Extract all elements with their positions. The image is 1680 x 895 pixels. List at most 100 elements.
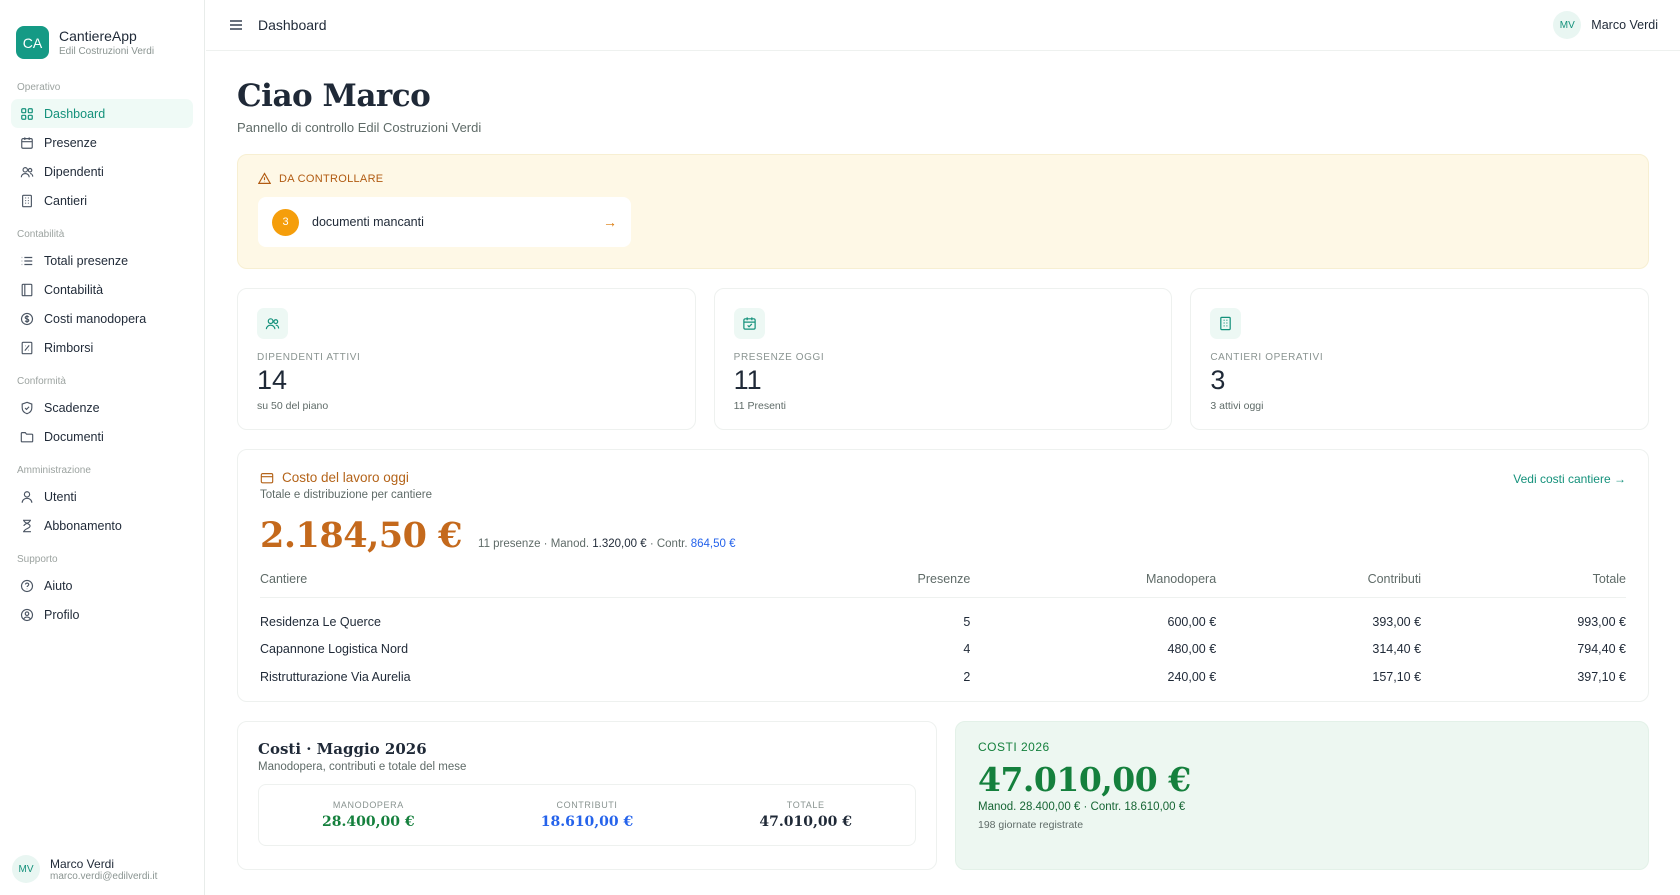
sidebar-item-label: Aiuto (44, 578, 73, 593)
sidebar-item-label: Contabilità (44, 282, 104, 297)
cell-presenze: 5 (963, 614, 971, 629)
labor-cost-title: Costo del lavoro oggi (282, 470, 409, 485)
grid-icon (21, 107, 33, 120)
sidebar-item-label: Documenti (44, 429, 104, 444)
metric-value: 28.400,00 € (322, 814, 415, 830)
book-icon (21, 283, 33, 296)
sidebar-item-dashboard[interactable]: Dashboard (11, 99, 193, 128)
topbar: Dashboard MV Marco Verdi (206, 0, 1680, 51)
metric-label: TOTALE (786, 800, 825, 810)
avatar: MV (12, 855, 40, 883)
brand-logo: CA (16, 26, 49, 59)
alert-panel: DA CONTROLLARE 3 documenti mancanti → (237, 154, 1649, 269)
sidebar-item-costi-manodopera[interactable]: Costi manodopera (11, 304, 193, 333)
yearly-costs-card: COSTI 2026 47.010,00 € Manod. 28.400,00 … (955, 721, 1649, 870)
nav-section-supporto: Supporto (17, 554, 58, 565)
sidebar-item-rimborsi[interactable]: Rimborsi (11, 333, 193, 362)
monthly-costs-title: Costi · Maggio 2026 (258, 740, 427, 758)
nav-section-operativo: Operativo (17, 82, 61, 93)
user-name: Marco Verdi (50, 856, 115, 871)
table-row[interactable]: Ristrutturazione Via Aurelia 2 240,00 € … (260, 662, 1626, 690)
sidebar-item-label: Utenti (44, 489, 77, 504)
cell-manodopera: 600,00 € (1167, 614, 1217, 629)
brand[interactable]: CA CantiereApp Edil Costruzioni Verdi (0, 0, 204, 68)
monthly-costs-subtitle: Manodopera, contributi e totale del mese (258, 761, 467, 773)
nav-section-conformita: Conformità (17, 376, 66, 387)
users-icon (257, 308, 288, 339)
sidebar-item-label: Dashboard (44, 106, 106, 121)
labor-cost-panel: Costo del lavoro oggi Totale e distribuz… (237, 449, 1649, 702)
monthly-contributi: CONTRIBUTI 18.610,00 € (478, 800, 697, 830)
sidebar-user[interactable]: MV Marco Verdi marco.verdi@edilverdi.it (12, 855, 157, 883)
calendar-icon (733, 308, 765, 339)
sidebar-item-abbonamento[interactable]: Abbonamento (11, 511, 193, 540)
brand-company: Edil Costruzioni Verdi (59, 46, 155, 57)
kpi-value: 14 (257, 365, 288, 395)
sidebar-item-label: Presenze (44, 135, 97, 150)
sidebar-item-contabilita[interactable]: Contabilità (11, 275, 193, 304)
cell-cantiere: Ristrutturazione Via Aurelia (260, 669, 411, 684)
alert-text: documenti mancanti (312, 215, 424, 229)
sidebar-item-profilo[interactable]: Profilo (11, 600, 193, 629)
kpi-card-dipendenti: DIPENDENTI ATTIVI 14 su 50 del piano (237, 288, 696, 430)
topbar-user[interactable]: MV Marco Verdi (1553, 11, 1658, 39)
monthly-manodopera: MANODOPERA 28.400,00 € (259, 800, 478, 830)
view-site-costs-link[interactable]: Vedi costi cantiere → (1513, 472, 1626, 486)
alert-header: DA CONTROLLARE (258, 172, 1628, 185)
menu-icon[interactable] (228, 17, 244, 33)
meta-contr-label: · Contr. (649, 538, 688, 550)
cell-cantiere: Capannone Logistica Nord (260, 641, 409, 656)
kpi-value: 3 (1210, 365, 1226, 395)
table-row[interactable]: Residenza Le Querce 5 600,00 € 393,00 € … (260, 598, 1626, 634)
hourglass-icon (23, 519, 31, 532)
user-name: Marco Verdi (1591, 18, 1658, 32)
labor-cost-header: Costo del lavoro oggi (260, 470, 1626, 485)
kpi-subtext: 3 attivi oggi (1210, 400, 1264, 412)
sidebar-item-label: Scadenze (44, 400, 100, 415)
meta-contributi: 864,50 € (690, 538, 736, 550)
yearly-costs-footnote: 198 giornate registrate (978, 819, 1084, 831)
sidebar-item-label: Costi manodopera (44, 311, 147, 326)
calendar-icon (21, 136, 33, 149)
page-title: Dashboard (258, 17, 327, 33)
sidebar-item-documenti[interactable]: Documenti (11, 422, 193, 451)
labor-cost-total: 2.184,50 € (260, 515, 463, 556)
labor-cost-summary: 2.184,50 € 11 presenze · Manod. 1.320,00… (260, 515, 1626, 556)
yearly-costs-meta: Manod. 28.400,00 € · Contr. 18.610,00 € (978, 801, 1186, 813)
sidebar-item-totali-presenze[interactable]: Totali presenze (11, 246, 193, 275)
sidebar-item-dipendenti[interactable]: Dipendenti (11, 157, 193, 186)
sidebar-item-label: Profilo (44, 607, 80, 622)
receipt-icon (21, 341, 33, 354)
sidebar: CA CantiereApp Edil Costruzioni Verdi Op… (0, 0, 205, 895)
col-totale: Totale (1421, 572, 1626, 598)
table-row[interactable]: Capannone Logistica Nord 4 480,00 € 314,… (260, 634, 1626, 662)
list-icon (21, 256, 33, 265)
sidebar-item-cantieri[interactable]: Cantieri (11, 186, 193, 215)
metric-label: MANODOPERA (332, 800, 404, 810)
wallet-icon (260, 472, 274, 483)
sidebar-item-utenti[interactable]: Utenti (11, 482, 193, 511)
avatar: MV (1553, 11, 1582, 39)
nav-section-contabilita: Contabilità (17, 229, 65, 240)
cell-manodopera: 480,00 € (1167, 641, 1217, 656)
kpi-value: 11 (733, 365, 762, 395)
sidebar-item-label: Rimborsi (44, 340, 94, 355)
sidebar-item-label: Dipendenti (44, 164, 104, 179)
kpi-row: DIPENDENTI ATTIVI 14 su 50 del piano PRE… (237, 288, 1650, 430)
sidebar-item-aiuto[interactable]: Aiuto (11, 571, 193, 600)
sidebar-item-scadenze[interactable]: Scadenze (11, 393, 193, 422)
cell-cantiere: Residenza Le Querce (260, 614, 381, 629)
kpi-label: CANTIERI OPERATIVI (1210, 352, 1324, 363)
sidebar-item-presenze[interactable]: Presenze (11, 128, 193, 157)
meta-presenze: 11 presenze · Manod. (478, 538, 590, 550)
missing-documents-card[interactable]: 3 documenti mancanti → (258, 197, 631, 247)
col-presenze: Presenze (779, 572, 971, 598)
building-icon (1210, 308, 1242, 339)
warning-icon (258, 172, 271, 184)
sidebar-item-label: Totali presenze (44, 253, 129, 268)
main-content: Ciao Marco Pannello di controllo Edil Co… (237, 51, 1650, 870)
cell-totale: 397,10 € (1577, 669, 1626, 684)
alert-title: DA CONTROLLARE (279, 172, 384, 185)
sites-table: Cantiere Presenze Manodopera Contributi … (260, 572, 1626, 690)
costs-summary-row: Costi · Maggio 2026 Manodopera, contribu… (237, 721, 1649, 870)
